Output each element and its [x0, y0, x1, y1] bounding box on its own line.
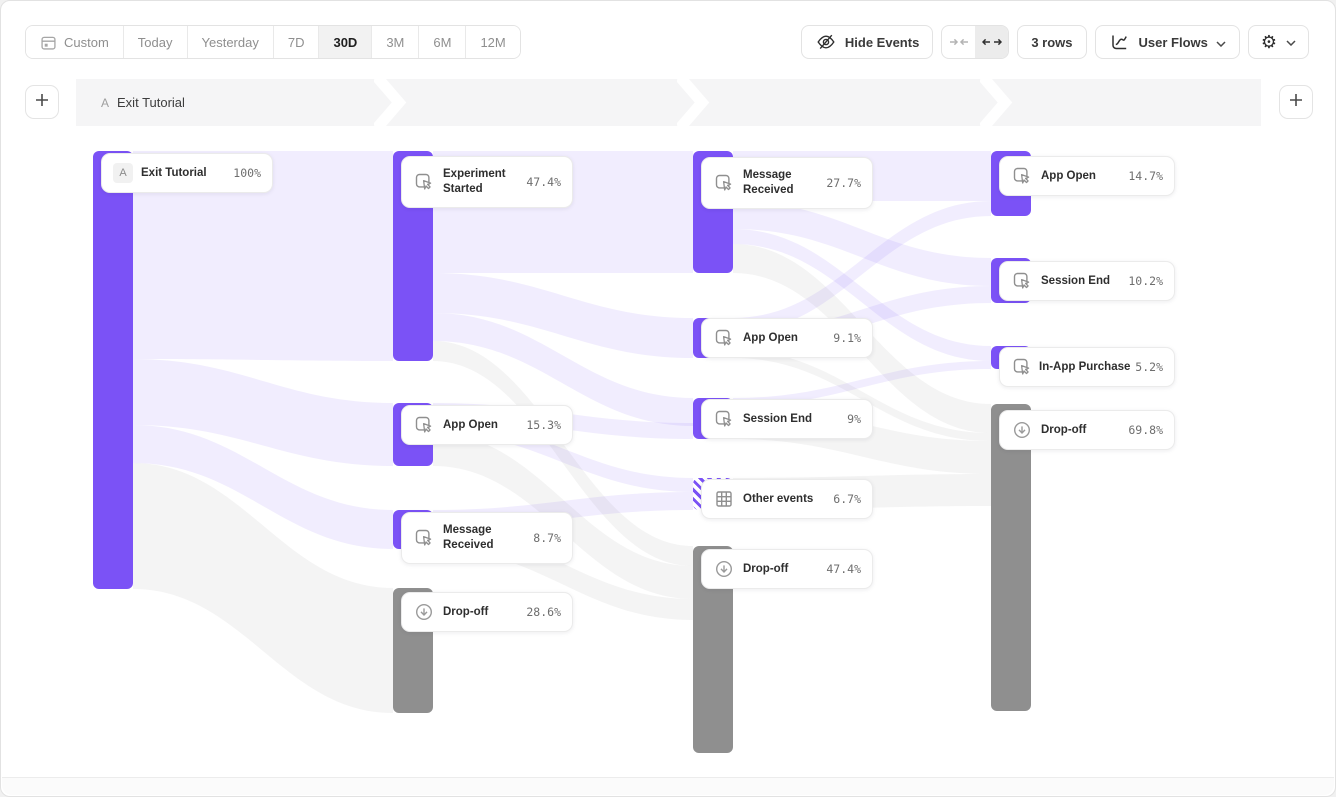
date-range-picker: Custom Today Yesterday 7D 30D 3M 6M 12M: [25, 25, 521, 59]
node-label: App Open: [1041, 169, 1120, 184]
event-icon: [713, 408, 735, 430]
step-a-badge: A: [113, 163, 133, 183]
flow-title: Exit Tutorial: [117, 95, 185, 110]
step-divider-chevron: [374, 79, 408, 126]
node-card-exit-tutorial[interactable]: A Exit Tutorial 100%: [101, 153, 273, 193]
date-range-today[interactable]: Today: [124, 26, 188, 58]
node-card-other-events-3[interactable]: Other events 6.7%: [701, 479, 873, 519]
add-step-left-button[interactable]: [25, 85, 59, 119]
node-label: Exit Tutorial: [141, 166, 225, 181]
event-icon: [413, 527, 435, 549]
node-percent: 15.3%: [526, 418, 561, 432]
node-card-app-open-2[interactable]: App Open 15.3%: [401, 405, 573, 445]
flow-start-label[interactable]: A Exit Tutorial: [101, 79, 185, 126]
event-icon: [1011, 356, 1033, 378]
grid-icon: [713, 488, 735, 510]
node-card-app-open-4[interactable]: App Open 14.7%: [999, 156, 1175, 196]
node-percent: 9%: [847, 412, 861, 426]
settings-button[interactable]: ⚙: [1248, 25, 1309, 59]
node-label: Drop-off: [743, 562, 818, 577]
node-label: Other events: [743, 492, 825, 507]
node-label: App Open: [443, 418, 518, 433]
drop-off-icon: [1011, 419, 1033, 441]
node-card-in-app-purchase-4[interactable]: In-App Purchase 5.2%: [999, 347, 1175, 387]
date-range-30d[interactable]: 30D: [319, 26, 372, 58]
node-bar-exit-tutorial[interactable]: [93, 151, 133, 589]
node-percent: 9.1%: [833, 331, 861, 345]
arrows-expand-icon[interactable]: [975, 26, 1008, 58]
node-label: App Open: [743, 331, 825, 346]
chevron-down-icon: [1286, 33, 1296, 51]
eye-off-icon: [815, 31, 837, 53]
event-icon: [1011, 270, 1033, 292]
event-icon: [413, 414, 435, 436]
date-range-yesterday[interactable]: Yesterday: [188, 26, 274, 58]
drop-off-icon: [413, 601, 435, 623]
user-flows-app: Custom Today Yesterday 7D 30D 3M 6M 12M …: [0, 0, 1336, 797]
date-range-label: Custom: [64, 35, 109, 50]
node-percent: 10.2%: [1128, 274, 1163, 288]
node-percent: 100%: [233, 166, 261, 180]
node-percent: 69.8%: [1128, 423, 1163, 437]
plus-icon: [35, 93, 49, 112]
step-letter: A: [101, 96, 109, 110]
view-selector[interactable]: User Flows: [1095, 25, 1240, 59]
event-icon: [713, 327, 735, 349]
node-percent: 47.4%: [826, 562, 861, 576]
toolbar-right: Hide Events 3 rows: [801, 25, 1309, 59]
gear-icon: ⚙: [1261, 33, 1277, 51]
node-label: Session End: [743, 412, 839, 427]
node-percent: 6.7%: [833, 492, 861, 506]
date-range-6m[interactable]: 6M: [419, 26, 466, 58]
line-chart-icon: [1109, 31, 1131, 53]
rows-label: 3 rows: [1031, 35, 1072, 50]
calendar-icon: [40, 34, 57, 51]
node-card-message-received-2[interactable]: Message Received 8.7%: [401, 512, 573, 564]
node-card-experiment-started[interactable]: Experiment Started 47.4%: [401, 156, 573, 208]
drop-off-icon: [713, 558, 735, 580]
date-range-7d[interactable]: 7D: [274, 26, 320, 58]
node-percent: 28.6%: [526, 605, 561, 619]
node-card-session-end-4[interactable]: Session End 10.2%: [999, 261, 1175, 301]
horizontal-scrollbar-track[interactable]: [2, 777, 1334, 795]
step-divider-chevron: [677, 79, 711, 126]
node-card-drop-off-4[interactable]: Drop-off 69.8%: [999, 410, 1175, 450]
node-bar-drop-off-4[interactable]: [991, 404, 1031, 711]
event-icon: [413, 171, 435, 193]
node-percent: 14.7%: [1128, 169, 1163, 183]
node-label: Experiment Started: [443, 167, 518, 197]
node-label: Drop-off: [443, 605, 518, 620]
plus-icon: [1289, 93, 1303, 112]
node-percent: 5.2%: [1135, 360, 1163, 374]
date-range-12m[interactable]: 12M: [466, 26, 519, 58]
date-range-custom[interactable]: Custom: [26, 26, 124, 58]
toolbar: Custom Today Yesterday 7D 30D 3M 6M 12M …: [25, 25, 1309, 59]
hide-events-label: Hide Events: [845, 35, 919, 50]
rows-button[interactable]: 3 rows: [1017, 25, 1086, 59]
width-toggle: [941, 25, 1009, 59]
step-divider-chevron: [980, 79, 1014, 126]
node-card-session-end-3[interactable]: Session End 9%: [701, 399, 873, 439]
step-header-band: A Exit Tutorial: [76, 79, 1261, 126]
node-label: Session End: [1041, 274, 1120, 289]
view-selector-label: User Flows: [1139, 35, 1208, 50]
node-card-drop-off-3[interactable]: Drop-off 47.4%: [701, 549, 873, 589]
date-range-3m[interactable]: 3M: [372, 26, 419, 58]
node-card-drop-off-2[interactable]: Drop-off 28.6%: [401, 592, 573, 632]
node-percent: 47.4%: [526, 175, 561, 189]
node-card-app-open-3[interactable]: App Open 9.1%: [701, 318, 873, 358]
event-icon: [1011, 165, 1033, 187]
node-label: In-App Purchase: [1039, 360, 1129, 375]
node-percent: 8.7%: [533, 531, 561, 545]
chevron-down-icon: [1216, 35, 1226, 50]
add-step-right-button[interactable]: [1279, 85, 1313, 119]
arrows-collapse-icon[interactable]: [942, 26, 975, 58]
node-card-message-received-3[interactable]: Message Received 27.7%: [701, 157, 873, 209]
hide-events-button[interactable]: Hide Events: [801, 25, 933, 59]
event-icon: [713, 172, 735, 194]
node-label: Message Received: [743, 168, 818, 198]
node-percent: 27.7%: [826, 176, 861, 190]
node-label: Drop-off: [1041, 423, 1120, 438]
node-label: Message Received: [443, 523, 525, 553]
